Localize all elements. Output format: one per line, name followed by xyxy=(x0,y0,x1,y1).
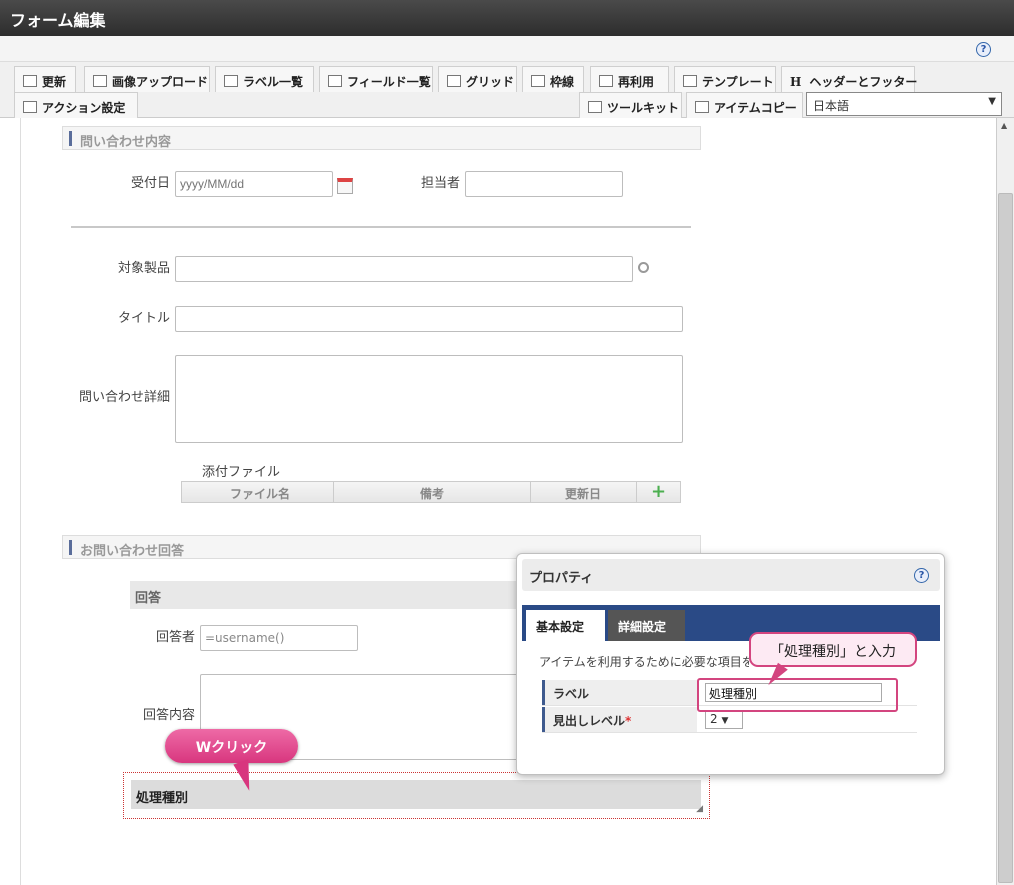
help-row: ? xyxy=(0,36,1014,62)
responder-input[interactable]: =username() xyxy=(200,625,358,651)
document-icon xyxy=(599,75,613,87)
scroll-up-icon[interactable]: ▲ xyxy=(1001,121,1007,130)
toolkit-icon xyxy=(695,101,709,113)
column-filename: ファイル名 xyxy=(230,487,291,501)
calendar-icon[interactable] xyxy=(337,178,353,194)
divider xyxy=(71,226,691,228)
update-button[interactable]: 更新 xyxy=(14,66,76,92)
answer-heading[interactable]: 回答 xyxy=(130,581,520,609)
responder-label: 回答者 xyxy=(155,630,195,645)
help-icon[interactable]: ? xyxy=(914,568,929,583)
reception-date-label: 受付日 xyxy=(130,176,170,191)
title-input[interactable] xyxy=(175,306,683,332)
resize-grip-icon[interactable]: ◢ xyxy=(696,804,703,814)
action-settings-button[interactable]: アクション設定 xyxy=(14,92,138,118)
title-label: タイトル xyxy=(117,311,170,326)
properties-title: プロパティ ? xyxy=(522,559,940,591)
item-copy-button[interactable]: アイテムコピー xyxy=(686,92,803,118)
border-button[interactable]: 枠線 xyxy=(522,66,584,92)
list-icon xyxy=(224,75,238,87)
attachment-table-header: ファイル名 備考 更新日 + xyxy=(181,481,681,503)
add-row-icon[interactable]: + xyxy=(651,481,666,502)
language-select[interactable]: 日本語 ▼ xyxy=(806,92,1002,116)
reuse-button[interactable]: 再利用 xyxy=(590,66,669,92)
reception-date-input[interactable] xyxy=(175,171,333,197)
chevron-down-icon: ▼ xyxy=(721,716,729,726)
image-icon xyxy=(93,75,107,87)
selected-heading-text[interactable]: 処理種別 xyxy=(131,780,701,809)
field-list-button[interactable]: フィールド一覧 xyxy=(319,66,433,92)
border-icon xyxy=(531,75,545,87)
window-title: フォーム編集 xyxy=(0,0,1014,36)
chevron-down-icon: ▼ xyxy=(988,96,996,107)
toolkit-button[interactable]: ツールキット xyxy=(579,92,682,118)
toolkit-icon xyxy=(588,101,602,113)
label-field-label: ラベル xyxy=(542,680,697,705)
label-input-highlight xyxy=(697,678,898,712)
label-list-button[interactable]: ラベル一覧 xyxy=(215,66,314,92)
header-footer-button[interactable]: H ヘッダーとフッター xyxy=(781,66,917,92)
attachment-label: 添付ファイル xyxy=(201,465,280,480)
grid-icon xyxy=(447,75,461,87)
list-icon xyxy=(328,75,342,87)
answer-content-label: 回答内容 xyxy=(142,708,195,723)
vertical-scrollbar[interactable]: ▲ xyxy=(996,118,1014,885)
help-icon[interactable]: ? xyxy=(976,42,991,57)
template-button[interactable]: テンプレート xyxy=(674,66,776,92)
column-updated: 更新日 xyxy=(565,487,602,501)
image-upload-button[interactable]: 画像アップロード xyxy=(84,66,210,92)
detail-label: 問い合わせ詳細 xyxy=(78,390,170,405)
search-icon[interactable] xyxy=(638,262,649,273)
product-label: 対象製品 xyxy=(117,261,170,276)
scrollbar-thumb[interactable] xyxy=(998,193,1013,883)
tab-detail-settings[interactable]: 詳細設定 xyxy=(608,610,685,641)
assignee-label: 担当者 xyxy=(420,176,460,191)
update-icon xyxy=(23,75,37,87)
detail-textarea[interactable] xyxy=(175,355,683,443)
selected-heading-item[interactable]: 処理種別 ◢ xyxy=(123,772,710,819)
column-remarks: 備考 xyxy=(420,487,445,501)
header-icon: H xyxy=(790,75,802,89)
product-input[interactable] xyxy=(175,256,633,282)
tab-basic-settings[interactable]: 基本設定 xyxy=(526,610,605,641)
heading-level-label: 見出しレベル* xyxy=(542,707,697,732)
section-inquiry[interactable]: 問い合わせ内容 xyxy=(62,126,701,150)
grid-button[interactable]: グリッド xyxy=(438,66,517,92)
action-icon xyxy=(23,101,37,113)
heading-level-select[interactable]: 2 ▼ xyxy=(705,710,743,729)
template-icon xyxy=(683,75,697,87)
properties-description: アイテムを利用するために必要な項目を設 xyxy=(539,655,749,669)
assignee-input[interactable] xyxy=(465,171,623,197)
double-click-annotation: Wクリック xyxy=(165,729,298,763)
input-annotation: 「処理種別」と入力 xyxy=(749,632,917,667)
